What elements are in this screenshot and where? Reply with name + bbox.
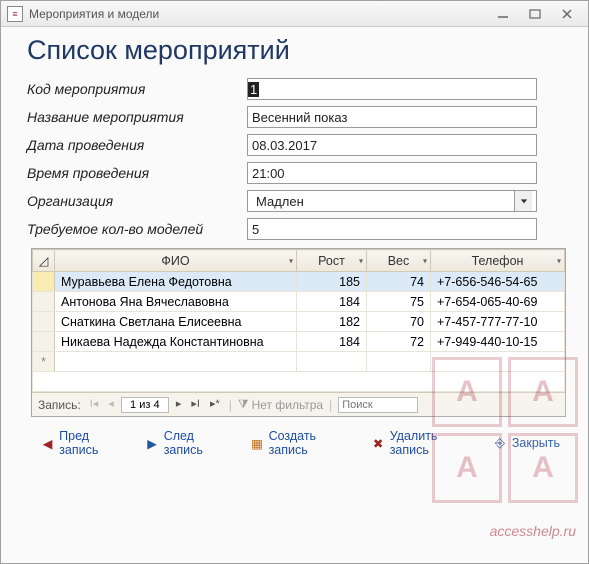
label-id: Код мероприятия xyxy=(27,81,247,97)
new-record-icon: ▦ xyxy=(250,436,263,450)
nav-prev-button[interactable]: ◂ xyxy=(105,398,117,411)
chevron-down-icon: ▾ xyxy=(557,256,561,265)
record-navigator: Запись: I◂ ◂ ▸ ▸I ▸* | ⧩ Нет фильтра | xyxy=(32,392,565,416)
window-title: Мероприятия и модели xyxy=(29,7,488,21)
delete-record-button[interactable]: ✖ Удалить запись xyxy=(372,429,475,457)
field-row-org: Организация Мадлен xyxy=(27,190,570,212)
close-window-button[interactable] xyxy=(558,7,576,21)
cell-phone[interactable]: +7-457-777-77-10 xyxy=(431,312,565,332)
label-date: Дата проведения xyxy=(27,137,247,153)
cell-weight[interactable]: 72 xyxy=(367,332,431,352)
label-count: Требуемое кол-во моделей xyxy=(27,221,247,237)
label-name: Название мероприятия xyxy=(27,109,247,125)
combo-org[interactable]: Мадлен xyxy=(247,190,537,212)
col-header-height[interactable]: Рост▾ xyxy=(297,250,367,272)
subform-grid: ◿ ФИО▾ Рост▾ Вес▾ Телефон▾ Муравьева Еле… xyxy=(31,248,566,417)
app-icon: ≡ xyxy=(7,6,23,22)
nav-position-input[interactable] xyxy=(121,397,169,413)
input-count[interactable] xyxy=(247,218,537,240)
arrow-right-icon: ▶ xyxy=(146,436,159,450)
delete-icon: ✖ xyxy=(372,436,385,450)
table-row[interactable]: Антонова Яна Вячеславовна 184 75 +7-654-… xyxy=(33,292,565,312)
col-header-weight[interactable]: Вес▾ xyxy=(367,250,431,272)
arrow-left-icon: ◀ xyxy=(41,436,54,450)
input-date[interactable] xyxy=(247,134,537,156)
cell-height[interactable]: 184 xyxy=(297,332,367,352)
field-row-id: Код мероприятия 1 xyxy=(27,78,570,100)
chevron-down-icon: ▾ xyxy=(289,256,293,265)
field-row-date: Дата проведения xyxy=(27,134,570,156)
search-input[interactable] xyxy=(338,397,418,413)
col-header-phone[interactable]: Телефон▾ xyxy=(431,250,565,272)
action-bar: ◀ Пред запись ▶ След запись ▦ Создать за… xyxy=(27,417,570,457)
input-id[interactable]: 1 xyxy=(248,82,259,97)
label-time: Время проведения xyxy=(27,165,247,181)
next-record-button[interactable]: ▶ След запись xyxy=(146,429,233,457)
maximize-button[interactable] xyxy=(526,7,544,21)
combo-org-value: Мадлен xyxy=(252,194,514,209)
new-row-icon[interactable]: * xyxy=(33,352,55,372)
field-row-count: Требуемое кол-во моделей xyxy=(27,218,570,240)
input-time[interactable] xyxy=(247,162,537,184)
app-window: ≡ Мероприятия и модели Список мероприяти… xyxy=(0,0,589,564)
cell-fio[interactable]: Снаткина Светлана Елисеевна xyxy=(55,312,297,332)
cell-fio[interactable]: Антонова Яна Вячеславовна xyxy=(55,292,297,312)
cell-weight[interactable]: 70 xyxy=(367,312,431,332)
table-row[interactable]: Снаткина Светлана Елисеевна 182 70 +7-45… xyxy=(33,312,565,332)
chevron-down-icon xyxy=(514,191,532,211)
field-row-name: Название мероприятия xyxy=(27,106,570,128)
cell-fio[interactable]: Муравьева Елена Федотовна xyxy=(55,272,297,292)
cell-height[interactable]: 182 xyxy=(297,312,367,332)
row-selector-header[interactable]: ◿ xyxy=(33,250,55,272)
table-row[interactable]: Никаева Надежда Константиновна 184 72 +7… xyxy=(33,332,565,352)
row-selector[interactable] xyxy=(33,272,55,292)
grid-header-row: ◿ ФИО▾ Рост▾ Вес▾ Телефон▾ xyxy=(33,250,565,272)
row-selector[interactable] xyxy=(33,332,55,352)
cell-fio[interactable]: Никаева Надежда Константиновна xyxy=(55,332,297,352)
create-record-button[interactable]: ▦ Создать запись xyxy=(250,429,353,457)
nav-last-button[interactable]: ▸I xyxy=(188,398,203,411)
filter-icon: ⧩ xyxy=(238,397,249,412)
cell-phone[interactable]: +7-654-065-40-69 xyxy=(431,292,565,312)
cell-weight[interactable]: 74 xyxy=(367,272,431,292)
label-org: Организация xyxy=(27,193,247,209)
chevron-down-icon: ▾ xyxy=(423,256,427,265)
nav-next-button[interactable]: ▸ xyxy=(173,398,185,411)
cell-height[interactable]: 184 xyxy=(297,292,367,312)
new-row[interactable]: * xyxy=(33,352,565,372)
grid-blank-area xyxy=(33,372,565,392)
prev-record-button[interactable]: ◀ Пред запись xyxy=(41,429,128,457)
input-name[interactable] xyxy=(247,106,537,128)
row-selector[interactable] xyxy=(33,292,55,312)
minimize-button[interactable] xyxy=(494,7,512,21)
filter-indicator[interactable]: ⧩ Нет фильтра xyxy=(238,397,323,412)
nav-new-button[interactable]: ▸* xyxy=(207,398,223,411)
nav-record-label: Запись: xyxy=(38,398,81,412)
table-row[interactable]: Муравьева Елена Федотовна 185 74 +7-656-… xyxy=(33,272,565,292)
cell-height[interactable]: 185 xyxy=(297,272,367,292)
col-header-fio[interactable]: ФИО▾ xyxy=(55,250,297,272)
title-bar: ≡ Мероприятия и модели xyxy=(1,1,588,27)
cell-weight[interactable]: 75 xyxy=(367,292,431,312)
cell-phone[interactable]: +7-656-546-54-65 xyxy=(431,272,565,292)
door-icon: ⎆ xyxy=(493,436,507,450)
chevron-down-icon: ▾ xyxy=(359,256,363,265)
watermark-text: accesshelp.ru xyxy=(490,523,576,539)
nav-first-button[interactable]: I◂ xyxy=(87,398,102,411)
close-form-button[interactable]: ⎆ Закрыть xyxy=(493,436,560,450)
cell-phone[interactable]: +7-949-440-10-15 xyxy=(431,332,565,352)
window-controls xyxy=(494,7,582,21)
page-title: Список мероприятий xyxy=(27,35,570,66)
field-row-time: Время проведения xyxy=(27,162,570,184)
content-area: Список мероприятий Код мероприятия 1 Наз… xyxy=(1,27,588,463)
row-selector[interactable] xyxy=(33,312,55,332)
